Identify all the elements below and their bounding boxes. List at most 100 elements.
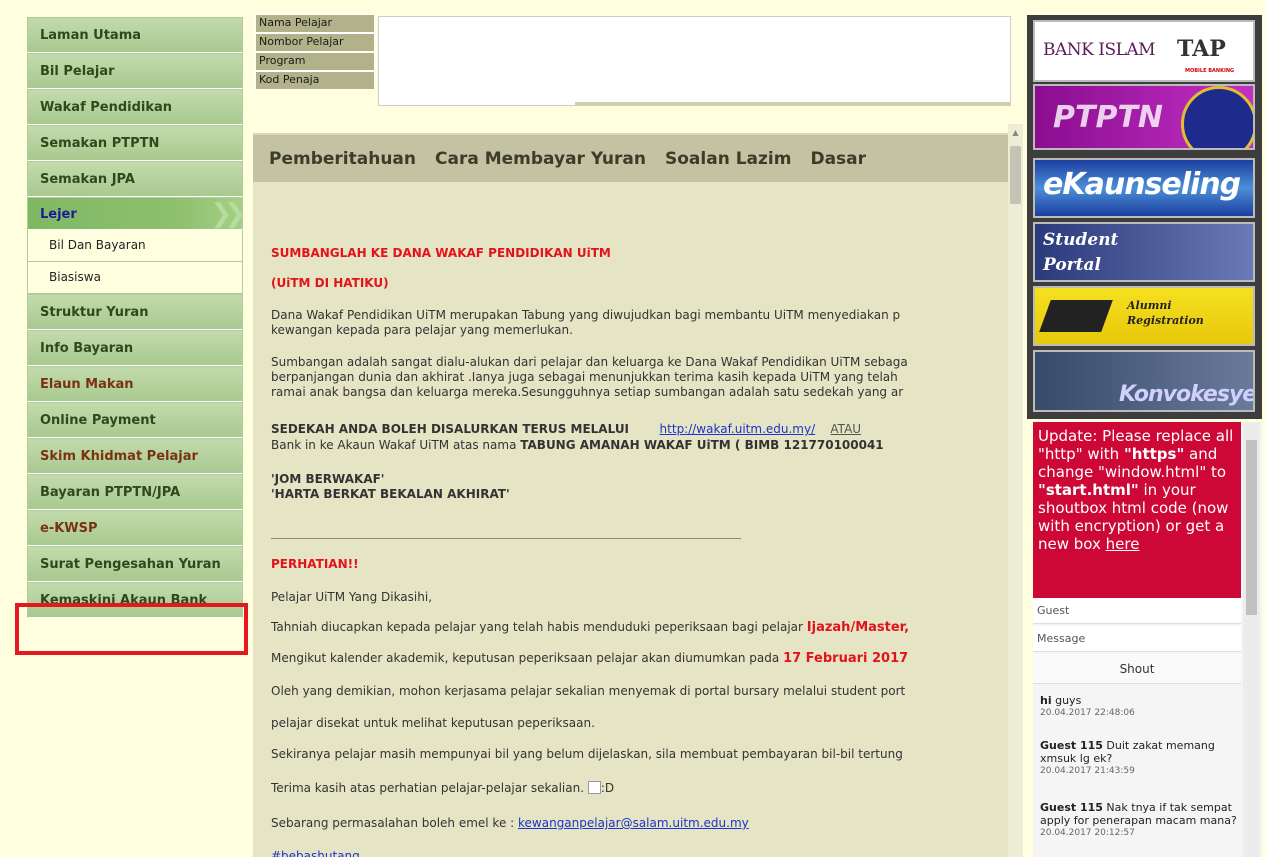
shout-author: hi xyxy=(1040,694,1052,707)
nav-online-payment[interactable]: Online Payment xyxy=(27,402,243,438)
scroll-up-icon[interactable]: ▲ xyxy=(1008,128,1023,137)
konvokesyen-banner[interactable]: Konvokesyen xyxy=(1033,350,1255,412)
ekaunseling-banner[interactable]: eKaunseling xyxy=(1033,158,1255,218)
para-sumbangan-2: berpanjangan dunia dan akhirat .Ianya ju… xyxy=(271,370,898,384)
shoutbox-scroll-thumb[interactable] xyxy=(1246,440,1257,615)
heading-uitm-di-hatiku: (UiTM DI HATIKU) xyxy=(271,276,389,290)
student-portal-line1: Student xyxy=(1043,230,1119,250)
alumni-line1: Alumni xyxy=(1127,299,1172,312)
shout-button[interactable]: Shout xyxy=(1033,654,1241,684)
ptptn-text: PTPTN xyxy=(1053,100,1164,135)
guest-name-input[interactable]: Guest xyxy=(1033,598,1241,624)
para-wakaf-1: Dana Wakaf Pendidikan UiTM merupakan Tab… xyxy=(271,308,901,322)
tahniah-highlight: Ijazah/Master, xyxy=(806,620,910,635)
nav-struktur-yuran[interactable]: Struktur Yuran xyxy=(27,294,243,330)
nav-info-bayaran[interactable]: Info Bayaran xyxy=(27,330,243,366)
para-oleh: Oleh yang demikian, mohon kerjasama pela… xyxy=(271,684,906,698)
banner-panel: BANK ISLAM TAP MOBILE BANKING PTPTN eKau… xyxy=(1027,15,1262,419)
nav-semakan-jpa[interactable]: Semakan JPA xyxy=(27,161,243,197)
nav-bayaran-ptptn-jpa[interactable]: Bayaran PTPTN/JPA xyxy=(27,474,243,510)
highlight-box xyxy=(15,603,248,655)
para-tahniah: Tahniah diucapkan kepada pelajar yang te… xyxy=(271,620,1011,635)
tab-dasar[interactable]: Dasar xyxy=(810,149,866,169)
kalender-date: 17 Februari 2017 xyxy=(783,651,909,666)
scrollbar-thumb[interactable] xyxy=(1010,146,1021,204)
tab-pemberitahuan[interactable]: Pemberitahuan xyxy=(269,149,416,169)
kalender-text: Mengikut kalender akademik, keputusan pe… xyxy=(271,651,784,665)
para-sumbangan-3: ramai anak bangsa dan keluarga mereka.Se… xyxy=(271,385,904,399)
nav-lejer-label: Lejer xyxy=(40,207,77,222)
tahniah-text: Tahniah diucapkan kepada pelajar yang te… xyxy=(271,620,807,634)
update-start: "start.html" xyxy=(1038,481,1139,499)
heading-wakaf: SUMBANGLAH KE DANA WAKAF PENDIDIKAN UiTM xyxy=(271,246,611,260)
nav-sub-biasiswa[interactable]: Biasiswa xyxy=(27,262,243,294)
shout-time: 20.04.2017 22:48:06 xyxy=(1040,708,1135,718)
shout-author: Guest 115 xyxy=(1040,801,1103,814)
atau-text: ATAU xyxy=(830,422,862,436)
konvokesyen-text: Konvokesyen xyxy=(1119,382,1255,407)
email-link[interactable]: kewanganpelajar@salam.uitm.edu.my xyxy=(518,816,749,830)
alumni-registration-banner[interactable]: Alumni Registration xyxy=(1033,286,1255,346)
student-portal-text: Student Portal xyxy=(1043,228,1118,278)
shout-text: guys xyxy=(1051,694,1082,707)
nav-elaun-makan[interactable]: Elaun Makan xyxy=(27,366,243,402)
para-kalender: Mengikut kalender akademik, keputusan pe… xyxy=(271,651,1011,666)
sedekah-line: SEDEKAH ANDA BOLEH DISALURKAN TERUS MELA… xyxy=(271,422,1011,436)
horizontal-rule xyxy=(271,538,741,539)
main-scrollbar[interactable]: ▲ xyxy=(1008,124,1023,857)
tap-text: TAP xyxy=(1177,36,1226,62)
shout-message: Guest 115 Nak tnya if tak sempat apply f… xyxy=(1040,801,1240,840)
shout-message: hi guys 20.04.2017 22:48:06 xyxy=(1040,694,1240,720)
shoutbox-update-notice: Update: Please replace all "http" with "… xyxy=(1033,422,1241,598)
shoutbox-scrollbar[interactable] xyxy=(1243,422,1260,857)
para-terima-kasih: Terima kasih atas perhatian pelajar-pela… xyxy=(271,781,1011,795)
bank-islam-text: BANK ISLAM xyxy=(1043,40,1156,60)
quote-jom-berwakaf: 'JOM BERWAKAF' xyxy=(271,472,385,486)
bank-line: Bank in ke Akaun Wakaf UiTM atas nama TA… xyxy=(271,438,1011,452)
tab-cara-membayar-yuran[interactable]: Cara Membayar Yuran xyxy=(435,149,646,169)
student-portal-line2: Portal xyxy=(1043,255,1101,275)
nav-bil-pelajar[interactable]: Bil Pelajar xyxy=(27,53,243,89)
student-info: Nama Pelajar Nombor Pelajar Program Kod … xyxy=(255,14,375,90)
message-input[interactable]: Message xyxy=(1033,626,1241,652)
broken-emoji-icon xyxy=(587,781,601,794)
bank-account: TABUNG AMANAH WAKAF UiTM ( BIMB 12177010… xyxy=(520,438,884,452)
emel-text: Sebarang permasalahan boleh emel ke : xyxy=(271,816,519,830)
tab-soalan-lazim[interactable]: Soalan Lazim xyxy=(665,149,791,169)
update-here-link[interactable]: here xyxy=(1106,535,1140,553)
para-disekat: pelajar disekat untuk melihat keputusan … xyxy=(271,716,595,730)
nav-sub-bil-dan-bayaran[interactable]: Bil Dan Bayaran xyxy=(27,230,243,262)
graduation-cap-icon xyxy=(1039,300,1113,332)
label-nama-pelajar: Nama Pelajar xyxy=(255,14,375,33)
sidebar-nav: Laman Utama Bil Pelajar Wakaf Pendidikan… xyxy=(27,17,243,618)
heading-perhatian: PERHATIAN!! xyxy=(271,557,359,571)
shout-author: Guest 115 xyxy=(1040,739,1103,752)
label-nombor-pelajar: Nombor Pelajar xyxy=(255,33,375,52)
nav-wakaf-pendidikan[interactable]: Wakaf Pendidikan xyxy=(27,89,243,125)
update-https: "https" xyxy=(1123,445,1185,463)
double-chevron-right-icon: ❯❯ xyxy=(210,199,242,229)
ptptn-seal-icon xyxy=(1181,86,1253,148)
nav-e-kwsp[interactable]: e-KWSP xyxy=(27,510,243,546)
main-content: Pemberitahuan Cara Membayar Yuran Soalan… xyxy=(253,133,1023,857)
para-sekiranya: Sekiranya pelajar masih mempunyai bil ya… xyxy=(271,747,903,761)
terima-text: Terima kasih atas perhatian pelajar-pela… xyxy=(271,781,585,795)
ekaunseling-text: eKaunseling xyxy=(1043,167,1241,202)
bank-prefix: Bank in ke Akaun Wakaf UiTM atas nama xyxy=(271,438,521,452)
nav-lejer[interactable]: Lejer ❯❯ xyxy=(27,197,243,230)
nav-semakan-ptptn[interactable]: Semakan PTPTN xyxy=(27,125,243,161)
nav-skim-khidmat-pelajar[interactable]: Skim Khidmat Pelajar xyxy=(27,438,243,474)
student-info-values xyxy=(378,16,1011,106)
wakaf-link[interactable]: http://wakaf.uitm.edu.my/ xyxy=(660,422,816,436)
terima-suffix: :D xyxy=(600,781,615,795)
shout-time: 20.04.2017 21:43:59 xyxy=(1040,766,1135,776)
tap-sub-text: MOBILE BANKING xyxy=(1185,68,1235,74)
nav-surat-pengesahan-yuran[interactable]: Surat Pengesahan Yuran xyxy=(27,546,243,582)
hashtag-link[interactable]: #bebashutang xyxy=(271,849,1011,857)
shout-time: 20.04.2017 20:12:57 xyxy=(1040,828,1135,838)
bank-islam-tap-banner[interactable]: BANK ISLAM TAP MOBILE BANKING xyxy=(1033,20,1255,82)
nav-laman-utama[interactable]: Laman Utama xyxy=(27,17,243,53)
ptptn-banner[interactable]: PTPTN xyxy=(1033,84,1255,150)
student-portal-banner[interactable]: Student Portal xyxy=(1033,222,1255,282)
alumni-text: Alumni Registration xyxy=(1127,298,1204,328)
